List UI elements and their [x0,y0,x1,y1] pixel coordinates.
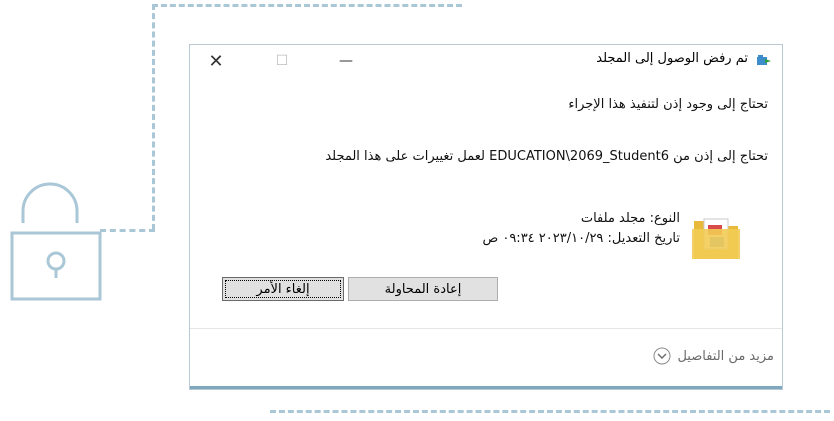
dialog-footer: مزيد من التفاصيل [190,328,782,389]
access-denied-dialog: تم رفض الوصول إلى المجلد ✕ ☐ — تحتاج إلى… [189,44,783,390]
maximize-icon: ☐ [275,53,289,69]
folder-icon [692,218,740,259]
decorative-dash-top [152,4,462,7]
maximize-button[interactable]: ☐ [266,48,298,74]
unlocked-padlock-icon [10,182,102,301]
close-icon: ✕ [208,50,224,72]
item-modified-date: تاريخ التعديل: ٢٠٢٣/١٠/٢٩ ٠٩:٣٤ ص [482,231,680,246]
decorative-dash-left [152,4,155,230]
title-bar: تم رفض الوصول إلى المجلد ✕ ☐ — [190,45,782,79]
cancel-button[interactable]: إلغاء الأمر [222,277,344,301]
window-title: تم رفض الوصول إلى المجلد [596,51,748,66]
message-heading: تحتاج إلى وجود إذن لتنفيذ هذا الإجراء [568,97,768,112]
more-details-toggle[interactable]: مزيد من التفاصيل [653,347,774,365]
retry-button[interactable]: إعادة المحاولة [348,277,498,301]
item-type: النوع: مجلد ملفات [580,211,680,226]
close-button[interactable]: ✕ [200,48,232,74]
permission-message: تحتاج إلى إذن من EDUCATION\2069_Student6… [325,149,768,164]
minimize-button[interactable]: — [330,48,362,74]
chevron-down-circle-icon [653,347,671,365]
minimize-icon: — [339,53,353,69]
folder-move-icon [757,55,771,65]
more-details-label: مزيد من التفاصيل [677,348,774,364]
bottom-accent-line [190,386,782,389]
decorative-dash-bottom [270,410,830,413]
